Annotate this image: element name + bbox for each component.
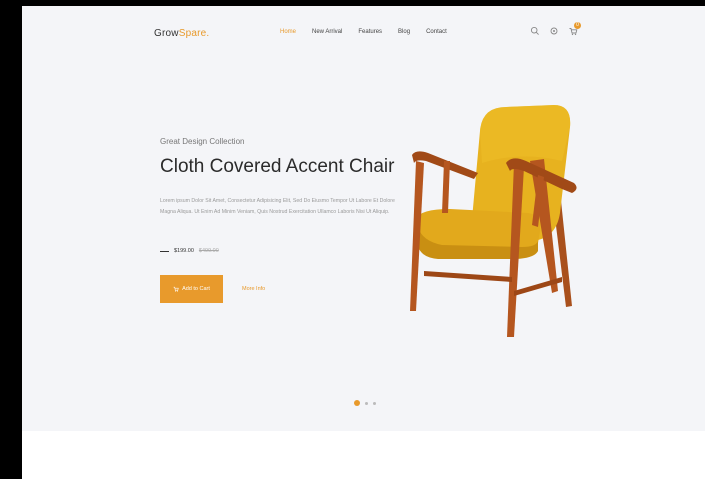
price-row: $199.00 $499.00	[160, 248, 219, 254]
more-info-link[interactable]: More Info	[242, 286, 265, 292]
add-to-cart-label: Add to Cart	[182, 286, 210, 292]
settings-icon[interactable]	[549, 26, 559, 36]
hero-section: GrowSpare. Home New Arrival Features Blo…	[22, 6, 705, 431]
cart-icon[interactable]: 0	[568, 22, 581, 36]
hero-description: Lorem ipsum Dolor Sit Amet, Consectetur …	[160, 198, 395, 215]
cart-icon	[173, 286, 179, 292]
slider-dot-3[interactable]	[373, 401, 376, 405]
current-price: $199.00	[174, 248, 194, 254]
hero-title: Cloth Covered Accent Chair	[160, 156, 395, 177]
price-dash	[160, 250, 169, 252]
slider-dot-2[interactable]	[365, 401, 368, 405]
slider-dots	[354, 400, 376, 406]
chair-image	[410, 105, 577, 337]
slider-dot-1[interactable]	[354, 400, 360, 406]
hero-eyebrow: Great Design Collection	[160, 137, 245, 146]
header-icons: 0	[530, 22, 581, 36]
nav-item-features[interactable]: Features	[358, 29, 382, 35]
logo-text: Grow	[154, 28, 179, 39]
logo-accent-text: Spare.	[178, 28, 210, 39]
nav-item-blog[interactable]: Blog	[398, 29, 410, 35]
add-to-cart-button[interactable]: Add to Cart	[160, 275, 223, 303]
nav-item-home[interactable]: Home	[280, 29, 296, 35]
old-price: $499.00	[198, 248, 219, 254]
nav-item-new-arrival[interactable]: New Arrival	[312, 29, 342, 35]
main-nav: Home New Arrival Features Blog Contact	[280, 29, 463, 35]
search-icon[interactable]	[530, 26, 540, 36]
nav-item-contact[interactable]: Contact	[426, 29, 447, 35]
page: GrowSpare. Home New Arrival Features Blo…	[22, 6, 705, 479]
logo[interactable]: GrowSpare.	[154, 28, 209, 39]
cart-count-badge: 0	[574, 22, 581, 29]
